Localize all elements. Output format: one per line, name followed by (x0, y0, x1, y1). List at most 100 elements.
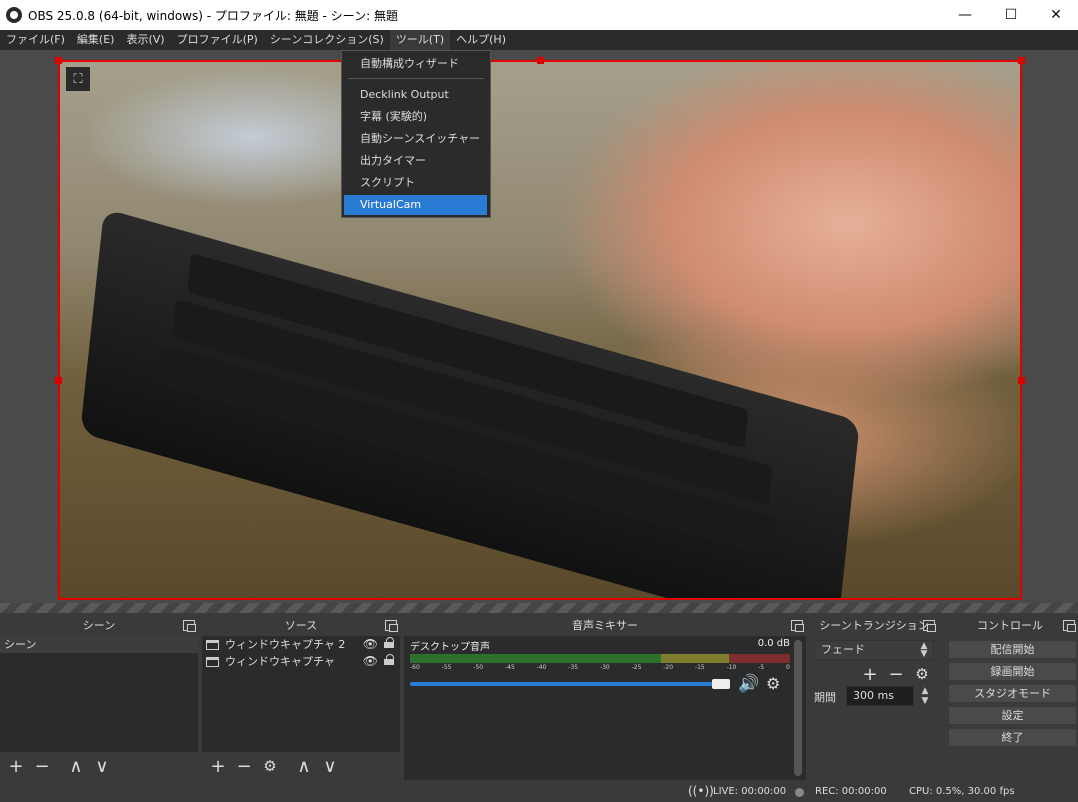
speaker-icon[interactable]: 🔊 (738, 674, 759, 694)
volume-slider-handle[interactable] (712, 679, 730, 689)
duration-spin-arrows[interactable]: ▲ ▼ (918, 686, 932, 706)
sources-toolbar: + − ⚙ ∧ ∨ (202, 752, 400, 780)
sources-title: ソース (284, 619, 318, 632)
resize-handle[interactable] (55, 377, 62, 384)
scenes-list: シーン + − ∧ ∨ (0, 636, 198, 780)
float-dock-icon[interactable] (923, 620, 936, 632)
scene-down-button[interactable]: ∨ (90, 754, 114, 778)
rec-status: REC: 00:00:00 (815, 786, 887, 797)
menu-scene-collection[interactable]: シーンコレクション(S) (264, 30, 390, 50)
menu-item-scripts[interactable]: スクリプト (344, 173, 487, 193)
resize-handle[interactable] (1018, 377, 1025, 384)
maximize-button[interactable]: ☐ (988, 0, 1034, 30)
meter-tick: -40 (536, 664, 547, 671)
lock-icon[interactable] (384, 654, 394, 665)
keyboard-image (80, 208, 860, 598)
preview-canvas[interactable] (58, 60, 1022, 600)
meter-tick: -45 (504, 664, 515, 671)
menu-view[interactable]: 表示(V) (120, 30, 170, 50)
meter-tick: -30 (599, 664, 610, 671)
fullscreen-icon[interactable]: ⛶ (66, 67, 90, 91)
exit-button[interactable]: 終了 (948, 728, 1077, 747)
menu-profile[interactable]: プロファイル(P) (171, 30, 264, 50)
minimize-button[interactable]: — (942, 0, 988, 30)
meter-tick: -5 (758, 664, 765, 671)
float-dock-icon[interactable] (1063, 620, 1076, 632)
duration-label: 期間 (814, 691, 836, 704)
menu-help[interactable]: ヘルプ(H) (450, 30, 512, 50)
source-down-button[interactable]: ∨ (318, 754, 342, 778)
add-scene-button[interactable]: + (4, 754, 28, 778)
menu-item-output-timer[interactable]: 出力タイマー (344, 151, 487, 171)
start-streaming-button[interactable]: 配信開始 (948, 640, 1077, 659)
volume-meter (410, 654, 790, 663)
studio-mode-button[interactable]: スタジオモード (948, 684, 1077, 703)
resize-handle[interactable] (537, 57, 544, 64)
window-capture-icon (206, 657, 219, 667)
menu-item-virtualcam[interactable]: VirtualCam (344, 195, 487, 215)
visibility-eye-icon[interactable]: 👁 (363, 653, 378, 670)
menu-edit[interactable]: 編集(E) (71, 30, 121, 50)
source-up-button[interactable]: ∧ (292, 754, 316, 778)
source-properties-gear-icon[interactable]: ⚙ (258, 754, 282, 778)
source-item[interactable]: ウィンドウキャプチャ 2 👁 (202, 636, 400, 653)
start-recording-button[interactable]: 録画開始 (948, 662, 1077, 681)
sources-panel-header: ソース (202, 616, 400, 636)
meter-tick: -15 (694, 664, 705, 671)
controls-body: 配信開始 録画開始 スタジオモード 設定 終了 (942, 636, 1078, 780)
dock-splitter[interactable] (0, 603, 1078, 613)
audio-mixer-panel: 音声ミキサー デスクトップ音声 0.0 dB -60 -55 -50 -45 -… (404, 616, 806, 780)
menu-tools[interactable]: ツール(T) (389, 30, 451, 50)
duration-spinbox[interactable]: 300 ms (846, 686, 914, 706)
mixer-scrollbar[interactable] (794, 640, 802, 776)
scene-item[interactable]: シーン (0, 636, 198, 653)
mixer-channel: デスクトップ音声 0.0 dB -60 -55 -50 -45 -40 -35 … (410, 638, 790, 694)
settings-button[interactable]: 設定 (948, 706, 1077, 725)
menu-item-auto-config[interactable]: 自動構成ウィザード (344, 54, 487, 74)
visibility-eye-icon[interactable]: 👁 (363, 636, 378, 653)
preview-area[interactable] (0, 50, 1078, 603)
resize-handle[interactable] (55, 57, 62, 64)
mixer-body: デスクトップ音声 0.0 dB -60 -55 -50 -45 -40 -35 … (404, 636, 806, 780)
remove-source-button[interactable]: − (232, 754, 256, 778)
source-label: ウィンドウキャプチャ (225, 655, 335, 668)
mixer-gear-icon[interactable]: ⚙ (766, 674, 780, 693)
lock-icon[interactable] (384, 637, 394, 648)
remove-transition-button[interactable]: − (884, 662, 908, 686)
transitions-panel-header: シーントランジション (810, 616, 938, 636)
resize-handle[interactable] (1018, 57, 1025, 64)
scene-up-button[interactable]: ∧ (64, 754, 88, 778)
float-dock-icon[interactable] (183, 620, 196, 632)
close-button[interactable]: ✕ (1033, 0, 1078, 30)
meter-tick: 0 (786, 664, 790, 671)
meter-tick: -20 (663, 664, 674, 671)
meter-tick: -10 (726, 664, 737, 671)
live-status: LIVE: 00:00:00 (713, 786, 787, 797)
transitions-body: フェード ▲ ▼ + − ⚙ 期間 300 ms ▲ ▼ (810, 636, 938, 780)
menu-file[interactable]: ファイル(F) (0, 30, 71, 50)
menu-item-decklink-output[interactable]: Decklink Output (344, 85, 487, 105)
cpu-status: CPU: 0.5%, 30.00 fps (909, 786, 1015, 797)
menu-item-captions[interactable]: 字幕 (実験的) (344, 107, 487, 127)
float-dock-icon[interactable] (791, 620, 804, 632)
window-title: OBS 25.0.8 (64-bit, windows) - プロファイル: 無… (28, 8, 398, 23)
volume-slider[interactable] (410, 682, 728, 686)
scenes-toolbar: + − ∧ ∨ (0, 752, 198, 780)
source-item[interactable]: ウィンドウキャプチャ 👁 (202, 653, 400, 670)
meter-tick: -55 (441, 664, 452, 671)
add-transition-button[interactable]: + (858, 662, 882, 686)
remove-scene-button[interactable]: − (30, 754, 54, 778)
tools-dropdown-menu: 自動構成ウィザード Decklink Output 字幕 (実験的) 自動シーン… (341, 50, 491, 218)
meter-tick: -60 (410, 664, 420, 671)
transitions-panel: シーントランジション フェード ▲ ▼ + − ⚙ 期間 300 ms ▲ ▼ (810, 616, 938, 780)
channel-name: デスクトップ音声 (410, 642, 490, 653)
float-dock-icon[interactable] (385, 620, 398, 632)
window-capture-icon (206, 640, 219, 650)
controls-panel: コントロール 配信開始 録画開始 スタジオモード 設定 終了 (942, 616, 1078, 780)
mixer-panel-header: 音声ミキサー (404, 616, 806, 636)
transition-gear-icon[interactable]: ⚙ (910, 662, 934, 686)
menu-item-auto-scene-switcher[interactable]: 自動シーンスイッチャー (344, 129, 487, 149)
source-label: ウィンドウキャプチャ 2 (225, 638, 346, 651)
transition-select[interactable]: フェード ▲ ▼ (814, 640, 934, 660)
add-source-button[interactable]: + (206, 754, 230, 778)
